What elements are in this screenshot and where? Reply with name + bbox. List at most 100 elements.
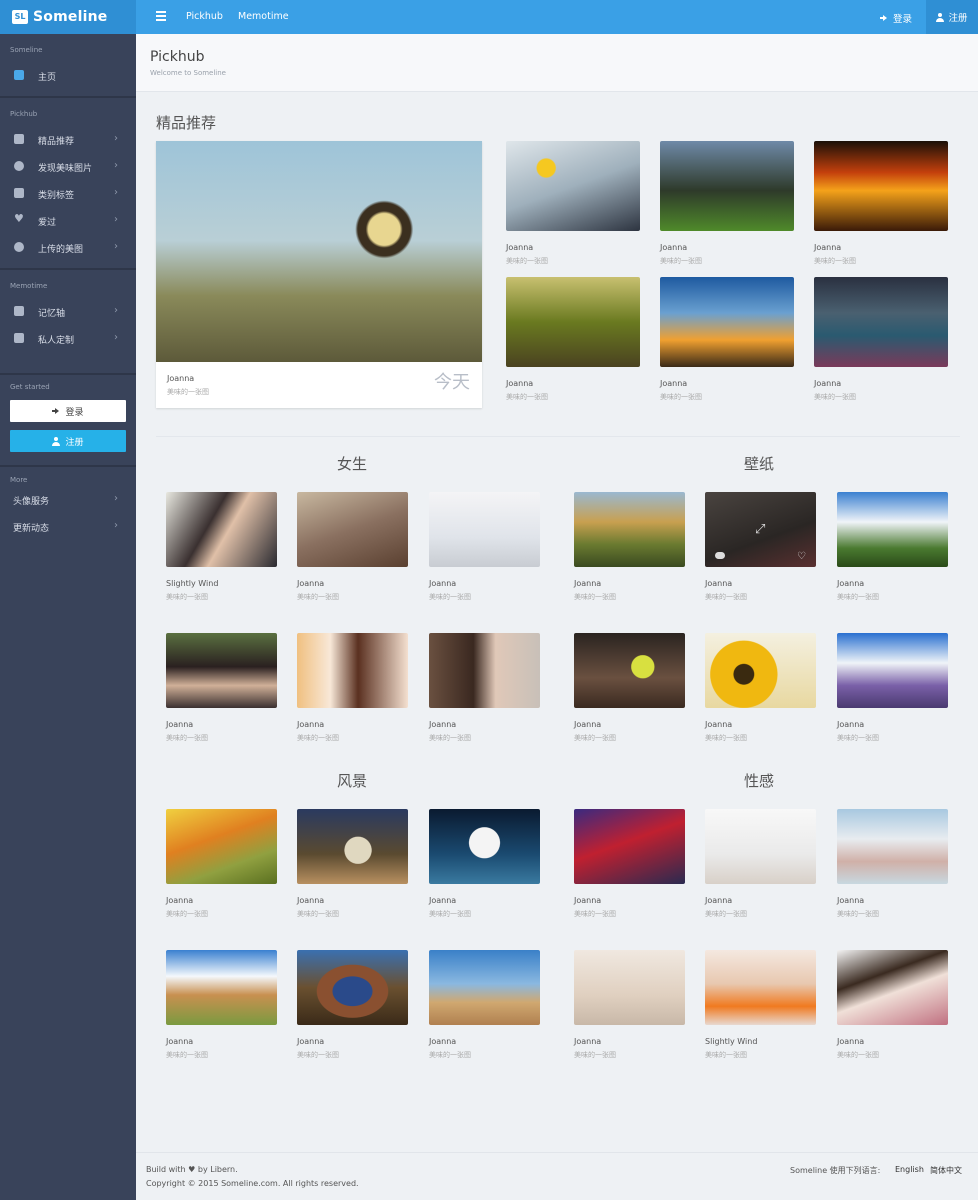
category-image[interactable] (297, 809, 408, 884)
language-chinese-link[interactable]: 简体中文 (930, 1165, 962, 1176)
language-english-link[interactable]: English (895, 1165, 924, 1174)
sidebar-login-button[interactable]: 登录 (10, 400, 126, 422)
category-image[interactable] (574, 492, 685, 567)
footer-language-label: Someline 使用下列语言: (790, 1166, 881, 1175)
category-item-sub: 美味的一张图 (574, 1051, 616, 1059)
sidebar-item-label: 爱过 (38, 218, 57, 228)
category-item-name: Joanna (705, 579, 733, 588)
nav-link-pickhub[interactable]: Pickhub (186, 11, 223, 22)
category-item-name: Joanna (837, 1037, 865, 1046)
category-item-name: Joanna (574, 720, 602, 729)
sidebar-item-custom[interactable]: 私人定制 › (0, 327, 136, 349)
category-image[interactable] (574, 809, 685, 884)
featured-main-sub: 美味的一张图 (167, 388, 209, 396)
category-image[interactable] (705, 633, 816, 708)
category-item-sub: 美味的一张图 (166, 593, 208, 601)
sidebar-item-label: 类别标签 (38, 191, 75, 201)
chevron-right-icon: › (114, 160, 118, 171)
category-item-name: Joanna (297, 1037, 325, 1046)
sidebar-item-timeline[interactable]: 记忆轴 › (0, 300, 136, 322)
category-item-name: Joanna (297, 720, 325, 729)
featured-grid-image[interactable] (814, 277, 948, 367)
category-image[interactable] (705, 950, 816, 1025)
sidebar-item-featured[interactable]: 精品推荐 › (0, 128, 136, 150)
category-image[interactable] (837, 492, 948, 567)
register-link[interactable]: 注册 (926, 0, 978, 34)
featured-card[interactable]: Joanna 美味的一张图 今天 (156, 141, 482, 408)
menu-toggle-icon[interactable] (156, 11, 166, 21)
sidebar-item-discover[interactable]: 发现美味图片 › (0, 155, 136, 177)
category-image-hovered[interactable]: ⤢ ♡ (705, 492, 816, 567)
featured-main-image[interactable] (156, 141, 482, 362)
category-item-sub: 美味的一张图 (297, 1051, 339, 1059)
sidebar-register-label: 注册 (65, 437, 84, 448)
sidebar-item-uploads[interactable]: 上传的美图 › (0, 236, 136, 258)
featured-grid-image[interactable] (814, 141, 948, 231)
brand[interactable]: SL Someline (0, 0, 136, 34)
expand-icon[interactable]: ⤢ (755, 522, 765, 537)
category-image[interactable] (166, 809, 277, 884)
category-image[interactable] (297, 950, 408, 1025)
category-item-sub: 美味的一张图 (429, 910, 471, 918)
featured-grid-image[interactable] (660, 141, 794, 231)
heart-icon[interactable]: ♡ (797, 551, 806, 562)
sidebar-item-loved[interactable]: ♥ 爱过 › (0, 209, 136, 231)
footer-build-prefix: Build with (146, 1165, 186, 1174)
category-image[interactable] (429, 809, 540, 884)
category-image[interactable] (705, 809, 816, 884)
login-link[interactable]: 登录 (880, 11, 912, 25)
category-item-sub: 美味的一张图 (574, 734, 616, 742)
sidebar-item-home[interactable]: 主页 (0, 64, 136, 86)
featured-grid-image[interactable] (506, 141, 640, 231)
category-image[interactable] (297, 633, 408, 708)
category-item-sub: 美味的一张图 (297, 910, 339, 918)
sidebar-register-button[interactable]: 注册 (10, 430, 126, 452)
chevron-right-icon: › (114, 493, 118, 504)
sidebar-item-avatar-service[interactable]: 头像服务 › (0, 488, 136, 510)
featured-heading: 精品推荐 (156, 114, 217, 132)
category-item-sub: 美味的一张图 (429, 734, 471, 742)
category-item-name: Joanna (705, 720, 733, 729)
heart-icon: ♥ (14, 212, 24, 225)
category-image[interactable] (574, 633, 685, 708)
category-image[interactable] (297, 492, 408, 567)
category-image[interactable] (837, 809, 948, 884)
category-item-sub: 美味的一张图 (705, 1051, 747, 1059)
sidebar-section-title: Someline (10, 46, 43, 54)
category-image[interactable] (166, 950, 277, 1025)
category-image[interactable] (574, 950, 685, 1025)
nav-link-memotime[interactable]: Memotime (238, 11, 289, 22)
footer: Build with ♥ by Libern. Copyright © 2015… (136, 1152, 978, 1200)
category-item-name: Joanna (429, 1037, 457, 1046)
sidebar-item-label: 主页 (38, 73, 57, 83)
featured-grid-name: Joanna (506, 243, 534, 252)
category-image[interactable] (429, 950, 540, 1025)
featured-grid-name: Joanna (660, 379, 688, 388)
sidebar-divider (0, 96, 136, 98)
category-image[interactable] (166, 633, 277, 708)
category-heading: 女生 (337, 455, 368, 473)
featured-grid-name: Joanna (814, 243, 842, 252)
category-image[interactable] (837, 950, 948, 1025)
register-link-label: 注册 (948, 13, 968, 24)
sidebar-item-label: 更新动态 (13, 524, 50, 534)
sidebar-item-updates[interactable]: 更新动态 › (0, 515, 136, 537)
top-navbar: SL Someline Pickhub Memotime 登录 注册 (0, 0, 978, 34)
footer-build-suffix[interactable]: by Libern. (198, 1165, 238, 1174)
user-icon (936, 12, 945, 22)
featured-grid-image[interactable] (660, 277, 794, 367)
featured-grid-name: Joanna (814, 379, 842, 388)
category-image[interactable] (429, 492, 540, 567)
category-image[interactable] (837, 633, 948, 708)
cloud-upload-icon (14, 242, 24, 252)
featured-grid-image[interactable] (506, 277, 640, 367)
featured-grid-sub: 美味的一张图 (814, 393, 856, 401)
category-item-name: Joanna (574, 579, 602, 588)
category-image[interactable] (429, 633, 540, 708)
category-item-sub: 美味的一张图 (429, 593, 471, 601)
sidebar-item-tags[interactable]: 类别标签 › (0, 182, 136, 204)
cloud-download-icon[interactable] (715, 552, 725, 559)
category-item-name: Joanna (166, 1037, 194, 1046)
category-image[interactable] (166, 492, 277, 567)
sidebar-divider (0, 465, 136, 467)
